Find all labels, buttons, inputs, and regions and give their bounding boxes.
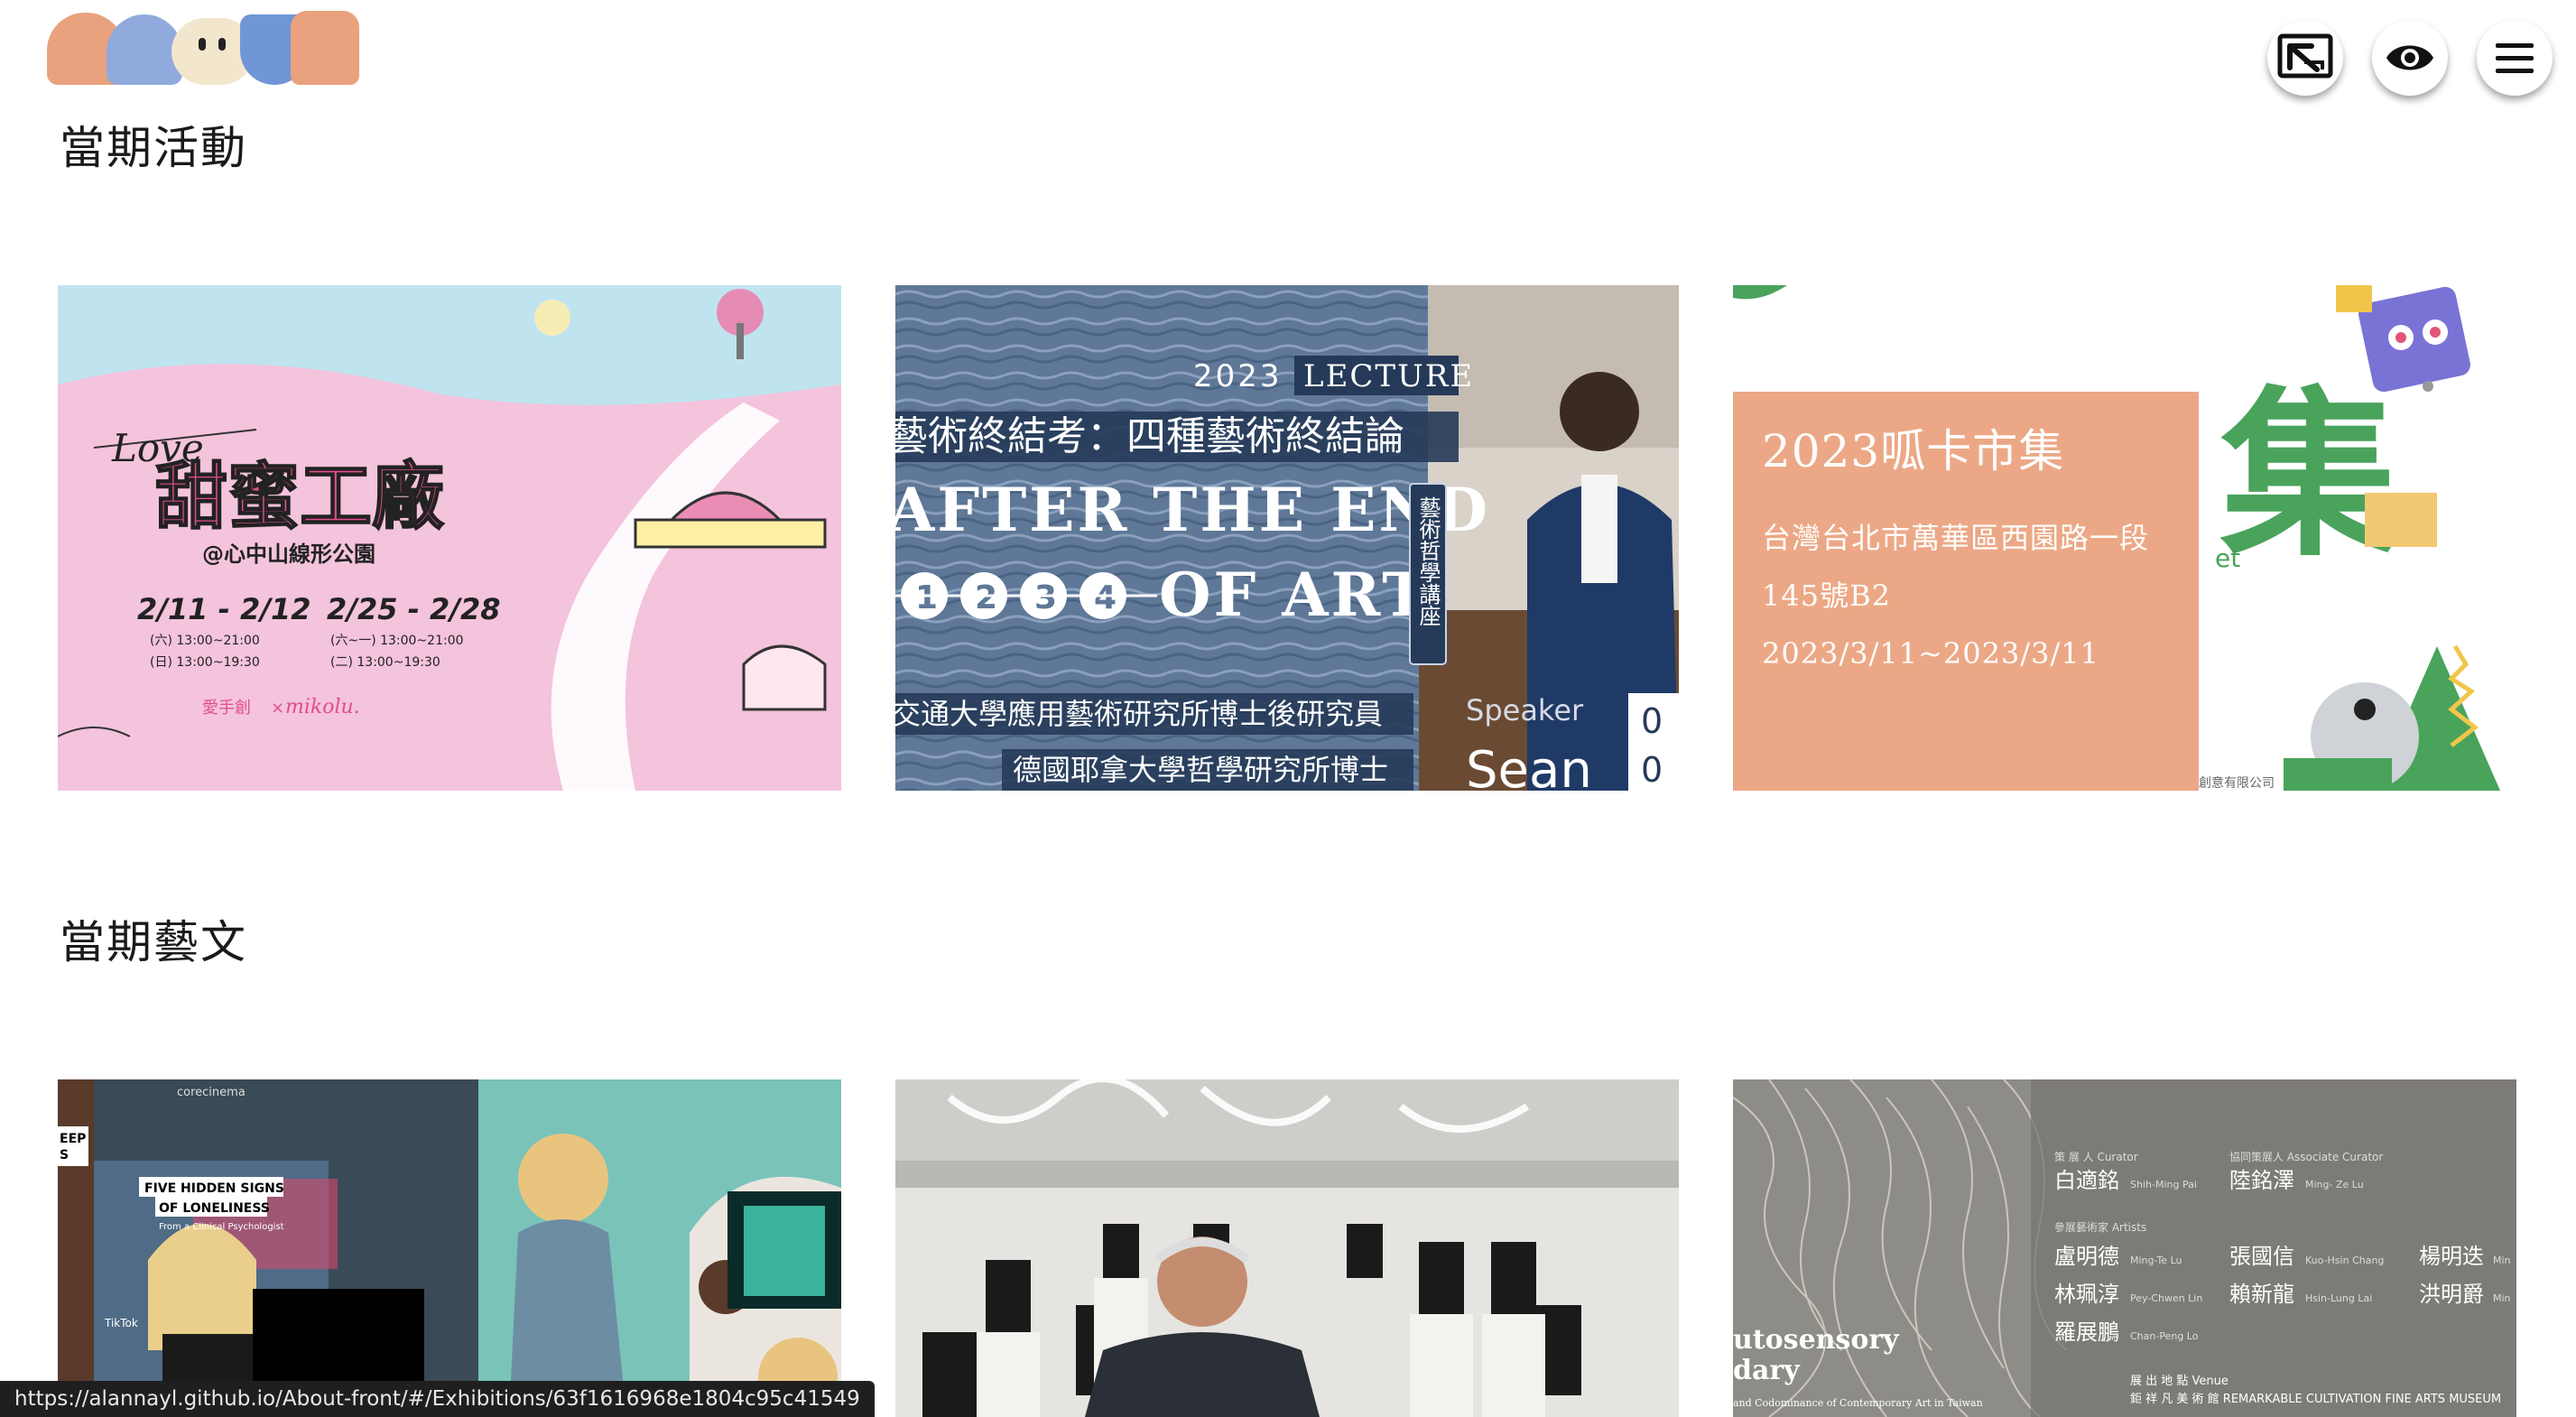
autosensory-assoc: 陸銘澤 bbox=[2229, 1168, 2294, 1193]
autosensory-a2en: Kuo-Hsin Chang bbox=[2305, 1255, 2384, 1266]
poster-date2-text: 2/25 - 2/28 bbox=[327, 592, 501, 626]
lecture-speaker-text: Speaker bbox=[1466, 693, 1584, 727]
view-button[interactable] bbox=[2372, 20, 2448, 96]
autosensory-subtitle: and Codominance of Contemporary Art in T… bbox=[1733, 1397, 1983, 1409]
lecture-label-text: LECTURE bbox=[1303, 358, 1474, 394]
lecture-name-text: Sean bbox=[1466, 741, 1592, 791]
card-speaker-installation[interactable] bbox=[895, 1079, 1679, 1417]
logo-eye-left bbox=[199, 38, 206, 51]
loneliness-headline1-text: FIVE HIDDEN SIGNS bbox=[144, 1181, 284, 1196]
autosensory-a7en: Chan-Peng Lo bbox=[2130, 1330, 2199, 1342]
lecture-side-top-text: 0 bbox=[1641, 701, 1663, 741]
autosensory-a6: 洪明爵 bbox=[2419, 1282, 2484, 1307]
logo-eye-right bbox=[218, 38, 226, 51]
menu-button[interactable] bbox=[2477, 20, 2553, 96]
autosensory-a3en: Min bbox=[2493, 1255, 2511, 1266]
lecture-num3-text: 3 bbox=[1034, 579, 1057, 616]
lecture-vertical-text: 藝術哲學講座 bbox=[1415, 496, 1441, 626]
loneliness-poster: corecinema EEP S FIVE HIDDEN SIGNS OF LO… bbox=[58, 1079, 841, 1417]
autosensory-title2: dary bbox=[1733, 1355, 1801, 1386]
poster-time1a-text: (六) 13:00~21:00 bbox=[150, 634, 260, 648]
autosensory-title1: utosensory bbox=[1733, 1324, 1900, 1356]
lecture-title1-text: AFTER THE END bbox=[895, 475, 1490, 545]
section-title-arts: 當期藝文 bbox=[60, 916, 247, 968]
logo-letter-t bbox=[291, 11, 359, 85]
autosensory-poster: 策 展 人 Curator 協同策展人 Associate Curator 白適… bbox=[1733, 1079, 2516, 1417]
poster-date1-text: 2/11 - 2/12 bbox=[137, 592, 311, 626]
loneliness-sub-text: From a Clinical Psychologist bbox=[159, 1222, 284, 1232]
about-logo[interactable] bbox=[47, 11, 359, 85]
autosensory-a4en: Pey-Chwen Lin bbox=[2130, 1292, 2202, 1304]
autosensory-a6en: Min bbox=[2493, 1292, 2511, 1304]
autosensory-curator-en: Shih-Ming Pai bbox=[2130, 1179, 2197, 1190]
loneliness-brand-text: corecinema bbox=[177, 1086, 246, 1099]
link-status-bar: https://alannayl.github.io/About-front/#… bbox=[0, 1381, 875, 1417]
market-footer-text: 創意有限公司 bbox=[2199, 775, 2275, 791]
card-sweet-factory[interactable]: Love 甜蜜工廠 @心中山線形公園 2/11 - 2/12 2/25 - 2/… bbox=[58, 285, 841, 791]
sweet-factory-poster: Love 甜蜜工廠 @心中山線形公園 2/11 - 2/12 2/25 - 2/… bbox=[58, 285, 841, 791]
lecture-num4-text: 4 bbox=[1094, 579, 1117, 616]
autosensory-a1en: Ming-Te Lu bbox=[2130, 1255, 2182, 1266]
lecture-side-bottom-text: 0 bbox=[1641, 750, 1663, 790]
poster-brand2-text: mikolu. bbox=[285, 696, 360, 718]
poster-brand1-text: 愛手創 bbox=[202, 699, 251, 718]
autosensory-a7: 羅展鵬 bbox=[2054, 1320, 2119, 1345]
hamburger-menu-icon bbox=[2496, 43, 2534, 73]
poster-time2b-text: (二) 13:00~19:30 bbox=[330, 655, 440, 670]
autosensory-a3: 楊明迭 bbox=[2419, 1244, 2484, 1269]
poster-title-text: 甜蜜工廠 bbox=[155, 455, 444, 539]
card-lecture[interactable]: 2023 LECTURE 藝術終結考：四種藝術終結論 AFTER THE END… bbox=[895, 285, 1679, 791]
autosensory-venue: 鉅 祥 凡 美 術 館 REMARKABLE CULTIVATION FINE … bbox=[2130, 1393, 2501, 1406]
lecture-line1-text: 交通大學應用藝術研究所博士後研究員 bbox=[895, 697, 1383, 731]
autosensory-assoc-label: 協同策展人 Associate Curator bbox=[2229, 1150, 2383, 1163]
market-small-text: et bbox=[2215, 543, 2240, 573]
autosensory-curator: 白適銘 bbox=[2054, 1168, 2119, 1193]
loneliness-headline2-text: OF LONELINESS bbox=[159, 1201, 270, 1216]
poster-time2a-text: (六~一) 13:00~21:00 bbox=[330, 634, 464, 648]
autosensory-artists-label: 參展藝術家 Artists bbox=[2054, 1220, 2146, 1234]
market-overlay-address1: 台灣台北市萬華區西園路一段 bbox=[1762, 521, 2150, 555]
card-autosensory[interactable]: 策 展 人 Curator 協同策展人 Associate Curator 白適… bbox=[1733, 1079, 2516, 1417]
section-title-events: 當期活動 bbox=[60, 122, 247, 174]
return-button[interactable] bbox=[2267, 20, 2343, 96]
loneliness-tag2-text: S bbox=[60, 1148, 69, 1162]
installation-photo bbox=[895, 1079, 1679, 1417]
lecture-title2-text: OF ART bbox=[1159, 560, 1429, 630]
market-info-overlay[interactable]: 2023呱卡市集 台灣台北市萬華區西園路一段 145號B2 2023/3/11~… bbox=[1733, 392, 2199, 791]
lecture-year-text: 2023 bbox=[1193, 358, 1283, 394]
autosensory-a1: 盧明德 bbox=[2054, 1244, 2119, 1269]
autosensory-assoc-en: Ming- Ze Lu bbox=[2305, 1179, 2364, 1190]
market-overlay-title: 2023呱卡市集 bbox=[1762, 425, 2065, 477]
card-loneliness[interactable]: corecinema EEP S FIVE HIDDEN SIGNS OF LO… bbox=[58, 1079, 841, 1417]
poster-location-text: @心中山線形公園 bbox=[202, 542, 375, 567]
lecture-num2-text: 2 bbox=[975, 579, 997, 616]
market-overlay-date: 2023/3/11~2023/3/11 bbox=[1762, 636, 2099, 671]
eye-icon bbox=[2386, 45, 2433, 70]
autosensory-a2: 張國信 bbox=[2229, 1244, 2294, 1269]
autosensory-a4: 林珮淳 bbox=[2054, 1282, 2119, 1307]
autosensory-a5en: Hsin-Lung Lai bbox=[2305, 1292, 2372, 1304]
poster-x-text: × bbox=[271, 699, 284, 718]
poster-time1b-text: (日) 13:00~19:30 bbox=[150, 655, 260, 670]
lecture-num1-text: 1 bbox=[915, 579, 938, 616]
lecture-line2-text: 德國耶拿大學哲學研究所博士 bbox=[1013, 753, 1388, 787]
back-arrow-icon bbox=[2277, 33, 2333, 79]
market-big-text: 集 bbox=[2219, 371, 2401, 581]
lecture-poster: 2023 LECTURE 藝術終結考：四種藝術終結論 AFTER THE END… bbox=[895, 285, 1679, 791]
loneliness-tiktok-text: TikTok bbox=[104, 1317, 138, 1329]
autosensory-curator-label: 策 展 人 Curator bbox=[2054, 1151, 2138, 1163]
market-overlay-address2: 145號B2 bbox=[1762, 579, 1891, 613]
lecture-subtitle-text: 藝術終結考：四種藝術終結論 bbox=[895, 413, 1404, 459]
loneliness-tag-text: EEP bbox=[60, 1132, 86, 1146]
autosensory-a5: 賴新龍 bbox=[2229, 1282, 2294, 1307]
autosensory-venue-label: 展 出 地 點 Venue bbox=[2130, 1375, 2229, 1388]
